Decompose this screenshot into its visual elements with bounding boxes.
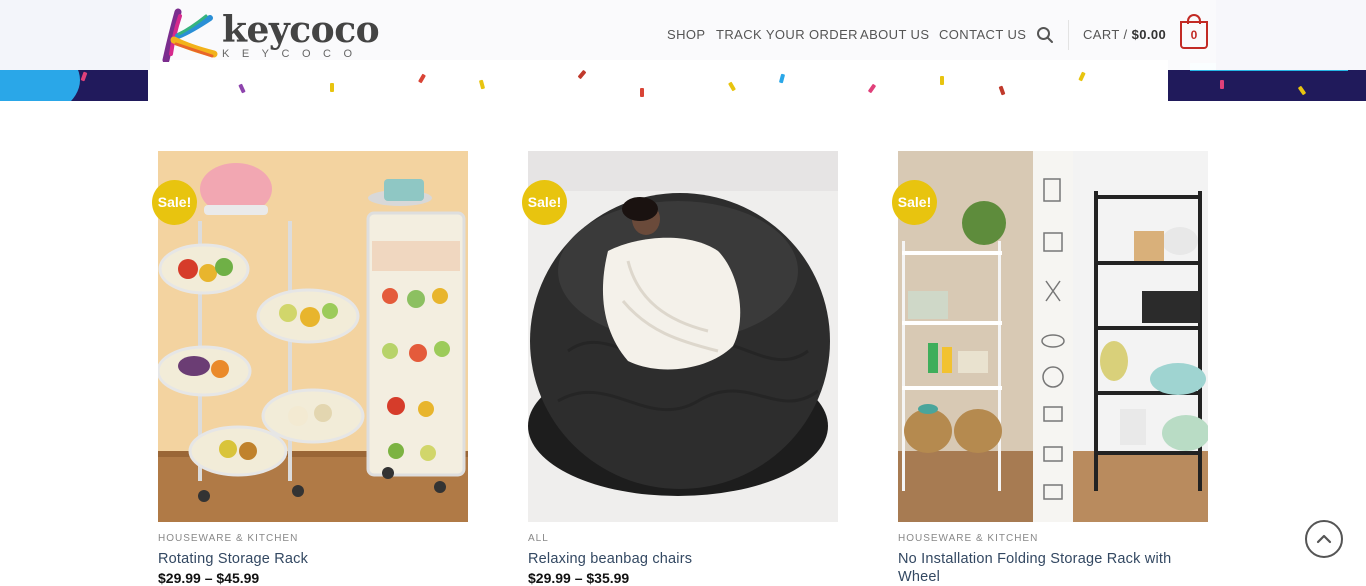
product-title[interactable]: No Installation Folding Storage Rack wit… <box>898 550 1208 586</box>
confetti <box>330 83 334 92</box>
product-title[interactable]: Relaxing beanbag chairs <box>528 550 838 568</box>
nav-contact-us[interactable]: CONTACT US <box>939 26 1026 44</box>
product-image-storage-rack[interactable] <box>158 151 468 522</box>
sale-badge: Sale! <box>892 180 937 225</box>
header-background <box>1216 0 1366 70</box>
cart-label: CART / <box>1083 27 1128 42</box>
confetti <box>1220 80 1224 89</box>
cart-count-badge[interactable]: 0 <box>1180 21 1208 49</box>
product-price: $29.99 – $45.99 <box>158 570 260 586</box>
product-category[interactable]: HOUSEWARE & KITCHEN <box>158 533 298 544</box>
header-background <box>0 0 150 70</box>
nav-track-order[interactable]: TRACK YOUR ORDER <box>716 26 858 44</box>
slider-dot[interactable] <box>677 71 688 82</box>
logo-brush-icon <box>162 8 218 62</box>
nav-about-us[interactable]: ABOUT US <box>860 26 929 44</box>
confetti <box>640 88 644 97</box>
sale-badge: Sale! <box>152 180 197 225</box>
product-price: $29.99 – $35.99 <box>528 570 630 586</box>
site-header: keycoco KEYCOCO SHOP TRACK YOUR ORDER AB… <box>0 0 1366 70</box>
product-category[interactable]: ALL <box>528 533 549 544</box>
product-category[interactable]: HOUSEWARE & KITCHEN <box>898 533 1038 544</box>
site-logo[interactable]: keycoco KEYCOCO <box>160 8 380 62</box>
product-image-folding-rack[interactable] <box>898 151 1208 522</box>
back-to-top-button[interactable] <box>1305 520 1343 558</box>
cart-amount: $0.00 <box>1131 27 1167 42</box>
chevron-up-icon <box>1316 534 1332 544</box>
logo-subtitle: KEYCOCO <box>222 48 365 60</box>
logo-wordmark: keycoco <box>222 9 380 51</box>
confetti <box>940 76 944 85</box>
product-title[interactable]: Rotating Storage Rack <box>158 550 468 568</box>
nav-shop[interactable]: SHOP <box>667 26 705 44</box>
confetti <box>80 71 88 82</box>
cart-link[interactable]: CART / $0.00 <box>1083 26 1166 44</box>
header-divider <box>1068 20 1069 50</box>
product-image-beanbag[interactable] <box>528 151 838 522</box>
search-icon[interactable] <box>1036 26 1054 44</box>
sale-badge: Sale! <box>522 180 567 225</box>
